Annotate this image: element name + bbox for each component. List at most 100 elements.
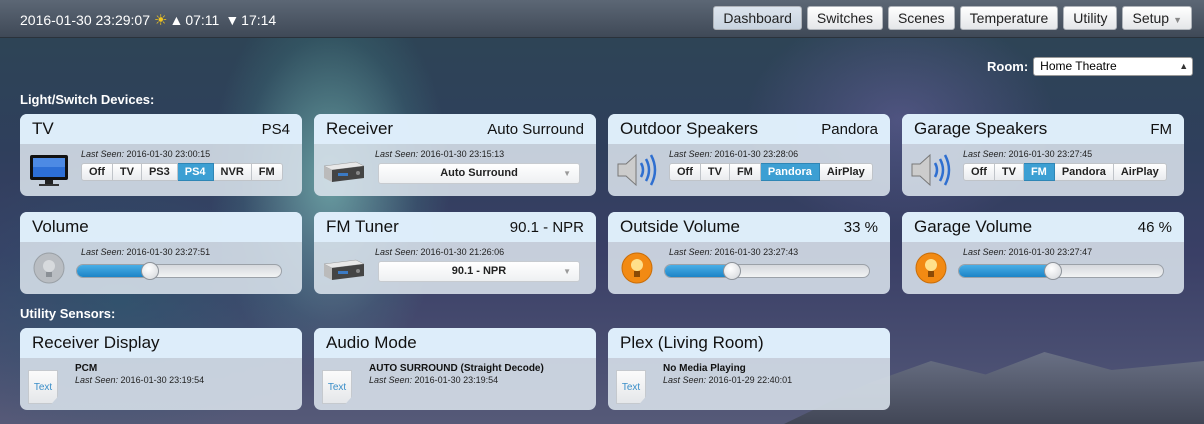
garage-option-airplay[interactable]: AirPlay: [1113, 163, 1167, 181]
card-title: Garage Volume: [914, 217, 1033, 236]
chevron-down-icon: ▼: [563, 267, 571, 276]
last-seen-value: 2016-01-30 23:27:51: [126, 247, 211, 257]
main-nav: Dashboard Switches Scenes Temperature Ut…: [713, 6, 1192, 30]
tv-option-ps3[interactable]: PS3: [141, 163, 178, 181]
garage-option-fm[interactable]: FM: [1023, 163, 1055, 181]
receiver-mode-dropdown[interactable]: Auto Surround ▼: [378, 163, 580, 184]
last-seen: Last Seen: 2016-01-30 23:27:51: [81, 247, 210, 257]
sensor-card-receiver-display: Receiver Display Text PCM Last Seen: 201…: [20, 328, 302, 410]
last-seen: Last Seen: 2016-01-29 22:40:01: [663, 375, 792, 385]
receiver-icon: [323, 161, 365, 182]
last-seen-label: Last Seen:: [963, 149, 1007, 159]
garage-option-off[interactable]: Off: [963, 163, 995, 181]
garage-volume-slider[interactable]: [958, 262, 1164, 280]
last-seen: Last Seen: 2016-01-30 23:19:54: [75, 375, 204, 385]
garage-option-pandora[interactable]: Pandora: [1054, 163, 1114, 181]
card-header: Outdoor Speakers Pandora: [608, 114, 890, 144]
receiver-icon: [323, 259, 365, 280]
slider-fill: [665, 265, 733, 277]
card-status: Pandora: [821, 120, 878, 138]
tv-option-ps4[interactable]: PS4: [177, 163, 214, 181]
sunset-time: 17:14: [241, 12, 277, 28]
nav-scenes[interactable]: Scenes: [887, 6, 955, 30]
card-title: Receiver Display: [32, 333, 160, 352]
last-seen: Last Seen: 2016-01-30 23:19:54: [369, 375, 498, 385]
fm-station-dropdown[interactable]: 90.1 - NPR ▼: [378, 261, 580, 282]
last-seen-value: 2016-01-29 22:40:01: [708, 375, 793, 385]
card-header: Receiver Auto Surround: [314, 114, 596, 144]
datetime: 2016-01-30 23:29:07: [20, 12, 150, 28]
bulb-on-icon: [915, 252, 947, 284]
sensor-value: AUTO SURROUND (Straight Decode): [369, 363, 544, 374]
nav-temperature[interactable]: Temperature: [959, 6, 1059, 30]
last-seen-value: 2016-01-30 23:19:54: [120, 375, 205, 385]
speaker-icon: [617, 153, 657, 187]
last-seen-label: Last Seen:: [81, 149, 125, 159]
sensor-card-plex: Plex (Living Room) Text No Media Playing…: [608, 328, 890, 410]
last-seen-label: Last Seen:: [369, 375, 413, 385]
device-card-garage-speakers: Garage Speakers FM Last Seen: 2016-01-30…: [902, 114, 1184, 196]
outside-volume-slider[interactable]: [664, 262, 870, 280]
room-select[interactable]: Home Theatre ▲: [1033, 57, 1194, 76]
last-seen-label: Last Seen:: [375, 149, 419, 159]
volume-slider[interactable]: [76, 262, 282, 280]
last-seen: Last Seen: 2016-01-30 23:27:45: [963, 149, 1092, 159]
outdoor-option-airplay[interactable]: AirPlay: [819, 163, 873, 181]
outdoor-option-off[interactable]: Off: [669, 163, 701, 181]
card-status: PS4: [261, 120, 290, 138]
card-title: Garage Speakers: [914, 119, 1048, 138]
nav-dashboard[interactable]: Dashboard: [713, 6, 802, 30]
last-seen: Last Seen: 2016-01-30 23:00:15: [81, 149, 210, 159]
garage-option-tv[interactable]: TV: [994, 163, 1024, 181]
select-arrows-icon: ▲: [1179, 61, 1189, 71]
card-header: Outside Volume 33 %: [608, 212, 890, 242]
card-title: Receiver: [326, 119, 394, 138]
card-status: 33 %: [843, 218, 878, 236]
bulb-off-icon: [33, 252, 65, 284]
slider-fill: [959, 265, 1053, 277]
last-seen-value: 2016-01-30 23:19:54: [414, 375, 499, 385]
card-header: Plex (Living Room): [608, 328, 890, 358]
tv-option-off[interactable]: Off: [81, 163, 113, 181]
sensor-value: PCM: [75, 363, 98, 374]
sunrise-icon: ▲: [169, 12, 184, 28]
last-seen: Last Seen: 2016-01-30 23:27:47: [963, 247, 1092, 257]
last-seen-value: 2016-01-30 21:26:06: [420, 247, 505, 257]
room-label: Room:: [987, 59, 1029, 74]
outdoor-option-pandora[interactable]: Pandora: [760, 163, 820, 181]
tv-option-fm[interactable]: FM: [251, 163, 283, 181]
card-title: Outside Volume: [620, 217, 741, 236]
nav-utility[interactable]: Utility: [1063, 6, 1118, 30]
card-title: Plex (Living Room): [620, 333, 764, 352]
slider-handle[interactable]: [723, 262, 742, 280]
sensor-card-audio-mode: Audio Mode Text AUTO SURROUND (Straight …: [314, 328, 596, 410]
outdoor-option-fm[interactable]: FM: [729, 163, 761, 181]
card-header: Garage Volume 46 %: [902, 212, 1184, 242]
sunrise-time: 07:11: [185, 12, 220, 28]
speaker-icon: [911, 153, 951, 187]
text-sensor-icon: Text: [322, 370, 352, 404]
outdoor-source-buttons: Off TV FM Pandora AirPlay: [669, 163, 873, 181]
card-header: Audio Mode: [314, 328, 596, 358]
card-title: TV: [32, 119, 54, 138]
nav-setup[interactable]: Setup ▼: [1122, 6, 1192, 30]
tv-option-tv[interactable]: TV: [112, 163, 142, 181]
last-seen: Last Seen: 2016-01-30 21:26:06: [375, 247, 504, 257]
dropdown-value: 90.1 - NPR: [451, 265, 507, 277]
device-card-fm-tuner: FM Tuner 90.1 - NPR Last Seen: 2016-01-3…: [314, 212, 596, 294]
nav-setup-label: Setup: [1132, 10, 1170, 26]
slider-handle[interactable]: [1043, 262, 1062, 280]
outdoor-option-tv[interactable]: TV: [700, 163, 730, 181]
sunset-icon: ▼: [225, 12, 240, 28]
last-seen-value: 2016-01-30 23:15:13: [420, 149, 505, 159]
last-seen-value: 2016-01-30 23:27:47: [1008, 247, 1093, 257]
tv-option-nvr[interactable]: NVR: [213, 163, 252, 181]
nav-switches[interactable]: Switches: [806, 6, 883, 30]
card-header: FM Tuner 90.1 - NPR: [314, 212, 596, 242]
card-status: Auto Surround: [487, 120, 584, 138]
sun-icon: ☀: [154, 12, 168, 29]
bulb-on-icon: [621, 252, 653, 284]
tv-icon: [30, 155, 68, 186]
slider-handle[interactable]: [141, 262, 160, 280]
card-title: Volume: [32, 217, 89, 236]
